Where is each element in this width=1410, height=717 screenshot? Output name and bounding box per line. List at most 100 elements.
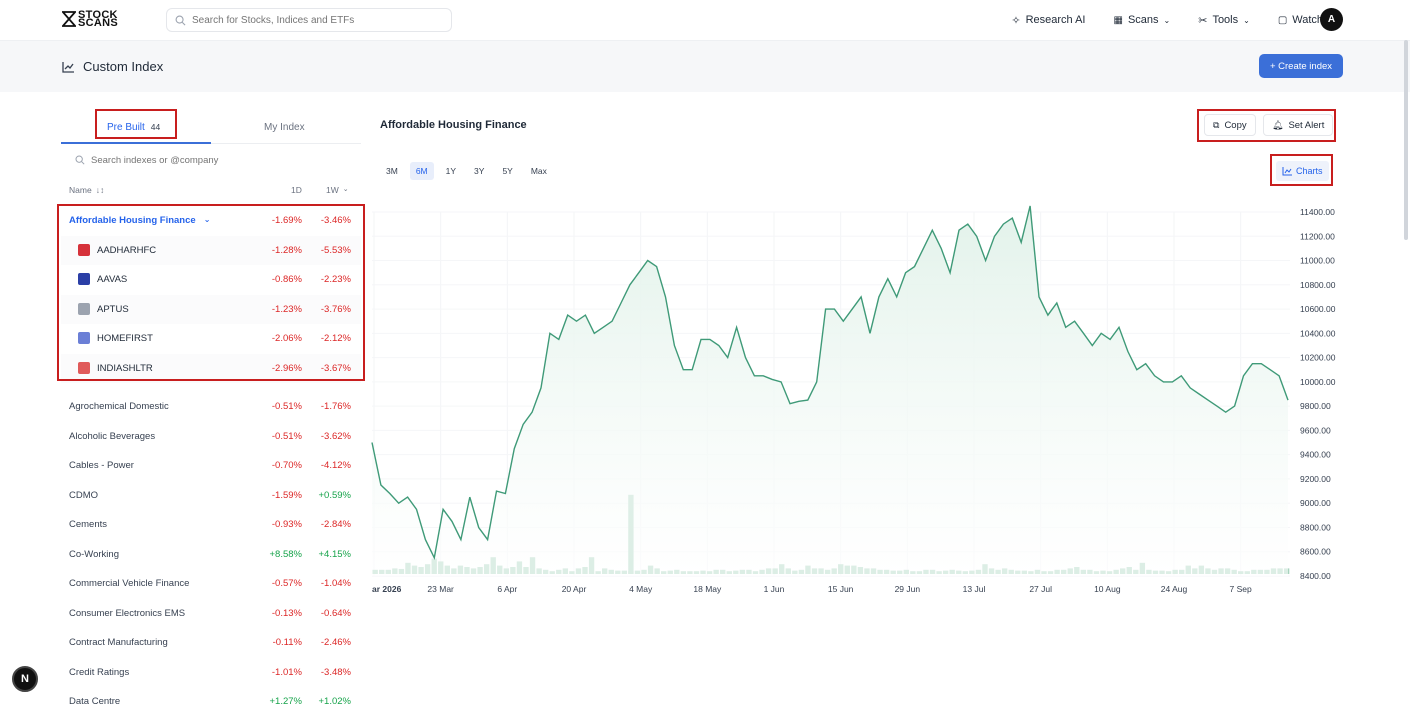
change-1d: -1.59%	[271, 489, 302, 501]
y-tick-label: 9400.00	[1300, 450, 1331, 460]
column-1w[interactable]: 1W ⌄	[326, 185, 349, 195]
range-1y[interactable]: 1Y	[440, 162, 462, 180]
nav-research-ai[interactable]: ✧ Research AI	[1011, 14, 1085, 27]
range-3y[interactable]: 3Y	[468, 162, 490, 180]
list-item[interactable]: Alcoholic Beverages -0.51% -3.62%	[61, 422, 361, 452]
x-tick-label: 24 Aug	[1161, 584, 1188, 594]
y-tick-label: 8800.00	[1300, 522, 1331, 532]
bookmark-icon: ▢	[1277, 14, 1288, 26]
index-name: Data Centre	[69, 696, 121, 707]
y-tick-label: 8600.00	[1300, 547, 1331, 557]
chevron-down-icon: ⌄	[342, 186, 349, 193]
change-1w: -2.46%	[320, 637, 351, 648]
scrollbar[interactable]	[1404, 40, 1408, 240]
nav-scans[interactable]: ▦ Scans ⌄	[1113, 14, 1170, 26]
x-tick-label: 20 Apr	[562, 584, 587, 594]
charts-button[interactable]: Charts	[1276, 161, 1329, 181]
y-tick-label: 9200.00	[1300, 474, 1331, 484]
change-1d: -2.06%	[271, 333, 302, 344]
list-item[interactable]: Commercial Vehicle Finance -0.57% -1.04%	[61, 569, 361, 599]
list-item-constituent[interactable]: INDIASHLTR -2.96% -3.67%	[61, 353, 361, 383]
avatar[interactable]: A	[1320, 8, 1343, 31]
tab-my-index[interactable]: My Index	[264, 112, 305, 142]
list-item[interactable]: Data Centre +1.27% +1.02%	[61, 687, 361, 717]
y-tick-label: 10800.00	[1300, 280, 1336, 290]
list-item[interactable]: Contract Manufacturing -0.11% -2.46%	[61, 628, 361, 658]
constituent-name: APTUS	[97, 303, 129, 315]
list-item[interactable]: Credit Ratings -1.01% -3.48%	[61, 658, 361, 688]
index-search-input[interactable]	[91, 154, 331, 166]
index-search[interactable]	[61, 148, 351, 172]
chevron-down-icon[interactable]: ⌄	[204, 215, 211, 226]
nav-tools[interactable]: ✂ Tools ⌄	[1198, 14, 1250, 27]
grid-icon: ▦	[1113, 14, 1123, 26]
copy-button[interactable]: ⧉ Copy	[1204, 114, 1256, 136]
constituent-name: AADHARHFC	[97, 244, 157, 256]
bell-icon: 🔔︎	[1272, 119, 1284, 130]
x-tick-label: 18 May	[693, 584, 722, 594]
price-chart[interactable]: 11400.00 11200.00 11000.00 10800.00 10600.00…	[370, 200, 1350, 620]
list-item[interactable]: Agrochemical Domestic -0.51% -1.76%	[61, 392, 361, 422]
range-max[interactable]: Max	[525, 162, 553, 180]
list-item[interactable]: Cables - Power -0.70% -4.12%	[61, 451, 361, 481]
homefirst-logo-icon	[78, 332, 90, 344]
x-tick-label: 29 Jun	[895, 584, 921, 594]
index-name: Contract Manufacturing	[69, 637, 168, 648]
list-item-constituent[interactable]: AADHARHFC -1.28% -5.53%	[61, 235, 361, 265]
list-item[interactable]: Co-Working +8.58% +4.15%	[61, 540, 361, 570]
chevron-down-icon: ⌄	[1243, 15, 1250, 25]
index-name: Co-Working	[69, 548, 119, 560]
create-index-button[interactable]: + Create index	[1259, 54, 1343, 78]
change-1w: -3.48%	[320, 666, 351, 678]
change-1w: -4.12%	[320, 460, 351, 471]
x-tick-label: 7 Sep	[1230, 584, 1252, 594]
change-1w: -2.23%	[320, 274, 351, 285]
x-tick-label: 27 Jul	[1029, 584, 1052, 594]
index-name: Cables - Power	[69, 460, 134, 471]
change-1d: -1.23%	[271, 303, 302, 315]
index-name: Cements	[69, 519, 108, 530]
change-1w: -3.76%	[320, 303, 351, 315]
change-1w: +0.59%	[318, 489, 352, 501]
list-item-constituent[interactable]: APTUS -1.23% -3.76%	[61, 294, 361, 324]
list-item[interactable]: Consumer Electronics EMS -0.13% -0.64%	[61, 599, 361, 629]
x-tick-label: 1 Jun	[764, 584, 785, 594]
sort-by-name[interactable]: Name ↓↕	[69, 185, 104, 195]
index-list-panel: Pre Built 44 My Index Name ↓↕ 1D 1W ⌄ Af…	[61, 92, 361, 715]
change-1w: +4.15%	[318, 548, 352, 560]
tab-pre-built[interactable]: Pre Built 44	[107, 112, 160, 142]
index-list: Affordable Housing Finance ⌄ -1.69% -3.4…	[61, 206, 361, 717]
list-item[interactable]: Cements -0.93% -2.84%	[61, 510, 361, 540]
constituent-name: INDIASHLTR	[97, 362, 153, 374]
x-tick-label: 23 Mar	[427, 584, 454, 594]
index-name: Alcoholic Beverages	[69, 430, 156, 442]
constituent-name: HOMEFIRST	[97, 333, 153, 344]
change-1w: +1.02%	[318, 696, 352, 707]
change-1d: -0.51%	[271, 401, 302, 412]
list-item-constituent[interactable]: AAVAS -0.86% -2.23%	[61, 265, 361, 295]
list-item-group[interactable]: Affordable Housing Finance ⌄ -1.69% -3.4…	[61, 206, 361, 236]
logo[interactable]: STOCK SCANS	[62, 9, 118, 28]
global-search-input[interactable]	[192, 14, 432, 26]
copy-icon: ⧉	[1213, 119, 1220, 130]
list-item-constituent[interactable]: HOMEFIRST -2.06% -2.12%	[61, 324, 361, 354]
column-1d[interactable]: 1D	[291, 185, 302, 195]
global-search[interactable]	[166, 8, 452, 32]
list-item[interactable]: CDMO -1.59% +0.59%	[61, 481, 361, 511]
range-3m[interactable]: 3M	[380, 162, 404, 180]
list-column-header: Name ↓↕ 1D 1W ⌄	[69, 185, 351, 199]
index-name: Credit Ratings	[69, 666, 130, 678]
change-1d: -1.01%	[271, 666, 302, 678]
set-alert-button[interactable]: 🔔︎ Set Alert	[1263, 114, 1334, 136]
y-tick-label: 10600.00	[1300, 304, 1336, 314]
y-tick-label: 8400.00	[1300, 571, 1331, 581]
change-1d: -1.69%	[271, 215, 302, 226]
index-name: Commercial Vehicle Finance	[69, 578, 190, 589]
range-5y[interactable]: 5Y	[496, 162, 518, 180]
range-6m[interactable]: 6M	[409, 162, 434, 180]
index-detail-panel: Affordable Housing Finance ⧉ Copy 🔔︎ Set…	[370, 92, 1350, 715]
price-area	[372, 205, 1288, 576]
page-title: Custom Index	[62, 59, 163, 74]
change-1d: -0.51%	[271, 430, 302, 442]
